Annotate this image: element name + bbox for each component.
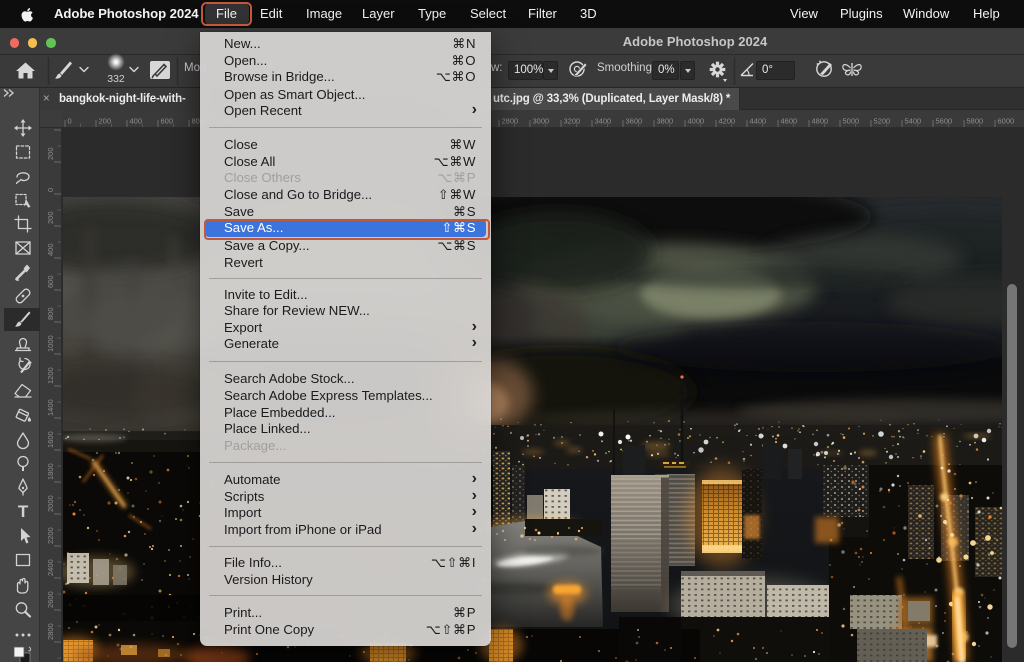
svg-text:5600: 5600 (936, 117, 953, 126)
svg-text:5400: 5400 (905, 117, 922, 126)
svg-text:2800: 2800 (502, 117, 519, 126)
svg-text:1600: 1600 (46, 431, 55, 448)
svg-text:2800: 2800 (46, 623, 55, 640)
svg-text:0: 0 (68, 117, 72, 126)
svg-text:2000: 2000 (46, 495, 55, 512)
svg-text:200: 200 (99, 117, 112, 126)
svg-text:800: 800 (46, 307, 55, 320)
svg-text:3600: 3600 (626, 117, 643, 126)
svg-text:4400: 4400 (750, 117, 767, 126)
svg-text:1200: 1200 (46, 367, 55, 384)
svg-text:1000: 1000 (46, 335, 55, 352)
svg-text:1400: 1400 (46, 399, 55, 416)
svg-text:4800: 4800 (812, 117, 829, 126)
svg-text:2400: 2400 (46, 559, 55, 576)
svg-text:600: 600 (161, 117, 174, 126)
svg-text:400: 400 (46, 243, 55, 256)
svg-text:3800: 3800 (657, 117, 674, 126)
svg-text:2200: 2200 (46, 527, 55, 544)
svg-text:200: 200 (46, 147, 55, 160)
svg-text:T: T (18, 502, 29, 521)
svg-text:5200: 5200 (874, 117, 891, 126)
svg-text:4000: 4000 (688, 117, 705, 126)
svg-text:4200: 4200 (719, 117, 736, 126)
svg-text:5800: 5800 (967, 117, 984, 126)
svg-text:6000: 6000 (998, 117, 1015, 126)
svg-text:0: 0 (46, 188, 55, 192)
svg-text:2600: 2600 (46, 591, 55, 608)
svg-text:200: 200 (46, 211, 55, 224)
svg-text:600: 600 (46, 275, 55, 288)
svg-text:3000: 3000 (533, 117, 550, 126)
svg-text:3400: 3400 (595, 117, 612, 126)
svg-text:5000: 5000 (843, 117, 860, 126)
svg-text:4600: 4600 (781, 117, 798, 126)
svg-text:3200: 3200 (564, 117, 581, 126)
svg-text:1800: 1800 (46, 463, 55, 480)
svg-text:400: 400 (130, 117, 143, 126)
